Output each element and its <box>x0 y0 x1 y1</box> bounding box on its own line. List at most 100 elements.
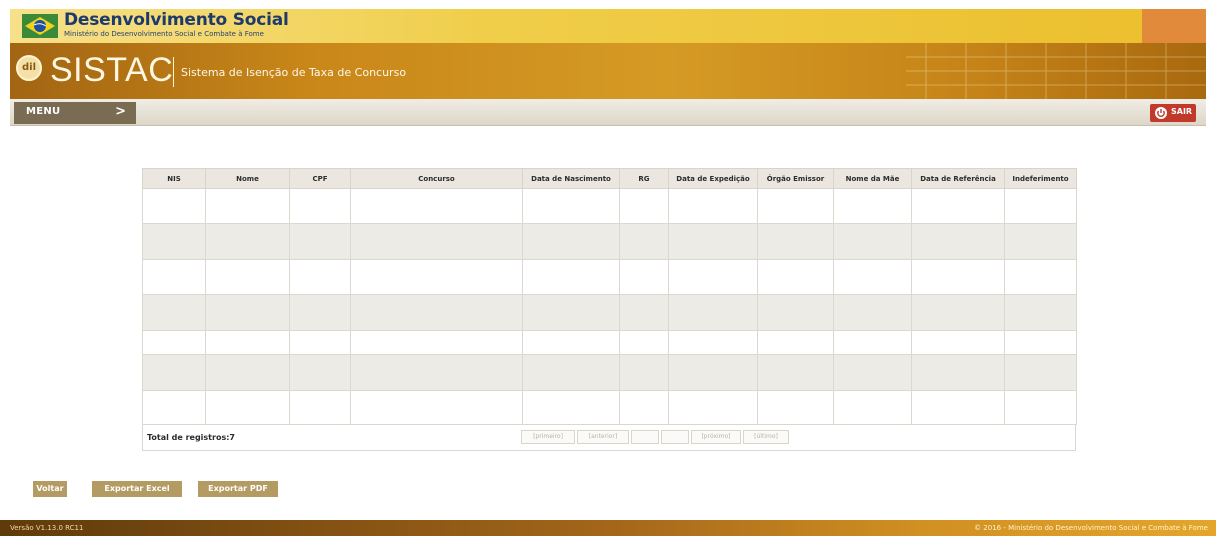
table-cell <box>522 294 620 331</box>
menu-button[interactable]: MENU > <box>14 102 136 124</box>
back-button[interactable]: Voltar <box>33 481 67 497</box>
table-cell <box>1004 390 1077 425</box>
table-cell <box>911 390 1005 425</box>
pager-page-slot[interactable] <box>631 430 659 444</box>
table-cell <box>1004 223 1077 260</box>
table-footer: Total de registros:7 [primeiro] [anterio… <box>142 425 1076 451</box>
copyright-text: © 2016 - Ministério do Desenvolvimento S… <box>974 524 1208 532</box>
table-cell <box>619 259 669 295</box>
table-cell <box>205 354 290 391</box>
table-row[interactable] <box>142 330 1077 355</box>
table-cell <box>1004 294 1077 331</box>
table-cell <box>757 259 834 295</box>
column-header-nome[interactable]: Nome <box>205 168 290 189</box>
banner-decoration <box>906 43 1206 99</box>
menu-bar: MENU > SAIR <box>10 99 1206 126</box>
table-cell <box>668 330 758 355</box>
header-accent <box>1142 9 1206 43</box>
table-row[interactable] <box>142 223 1077 260</box>
app-name: SISTAC <box>50 51 174 89</box>
page-footer: Versão V1.13.0 RC11 © 2016 - Ministério … <box>0 520 1216 536</box>
table-cell <box>757 294 834 331</box>
table-row[interactable] <box>142 188 1077 224</box>
column-header-indeferimento[interactable]: Indeferimento <box>1004 168 1077 189</box>
table-header-row: NIS Nome CPF Concurso Data de Nascimento… <box>142 168 1077 189</box>
table-cell <box>833 354 912 391</box>
table-cell <box>205 223 290 260</box>
total-records: Total de registros:7 <box>147 433 235 442</box>
table-cell <box>289 294 351 331</box>
table-cell <box>350 188 523 224</box>
table-cell <box>833 390 912 425</box>
sistac-logo-icon: dil <box>16 55 42 81</box>
table-cell <box>522 223 620 260</box>
column-header-data-expedicao[interactable]: Data de Expedição <box>668 168 758 189</box>
table-cell <box>911 354 1005 391</box>
power-icon <box>1155 107 1167 119</box>
logout-label: SAIR <box>1171 107 1193 116</box>
brazil-flag-icon <box>22 14 58 38</box>
chevron-right-icon: > <box>115 104 126 119</box>
table-cell <box>205 259 290 295</box>
pager-previous-button[interactable]: [anterior] <box>577 430 629 444</box>
table-cell <box>350 294 523 331</box>
table-cell <box>522 390 620 425</box>
table-cell <box>522 188 620 224</box>
table-cell <box>757 390 834 425</box>
banner-divider <box>173 57 174 87</box>
column-header-nome-mae[interactable]: Nome da Mãe <box>833 168 912 189</box>
menu-label: MENU <box>26 106 61 117</box>
table-cell <box>668 294 758 331</box>
export-excel-button[interactable]: Exportar Excel <box>92 481 182 497</box>
table-cell <box>350 330 523 355</box>
table-cell <box>205 188 290 224</box>
table-cell <box>142 390 206 425</box>
table-cell <box>522 354 620 391</box>
column-header-orgao-emissor[interactable]: Órgão Emissor <box>757 168 834 189</box>
ministry-header: Desenvolvimento Social Ministério do Des… <box>10 9 1206 43</box>
table-cell <box>619 188 669 224</box>
table-cell <box>1004 188 1077 224</box>
column-header-rg[interactable]: RG <box>619 168 669 189</box>
table-row[interactable] <box>142 390 1077 425</box>
table-cell <box>205 330 290 355</box>
table-cell <box>289 354 351 391</box>
app-tagline: Sistema de Isenção de Taxa de Concurso <box>181 66 407 79</box>
table-row[interactable] <box>142 294 1077 331</box>
ministry-title: Desenvolvimento Social <box>64 10 289 30</box>
table-cell <box>1004 354 1077 391</box>
table-cell <box>911 294 1005 331</box>
table-cell <box>668 259 758 295</box>
column-header-data-referencia[interactable]: Data de Referência <box>911 168 1005 189</box>
table-cell <box>205 390 290 425</box>
table-cell <box>911 330 1005 355</box>
table-row[interactable] <box>142 259 1077 295</box>
pager-last-button[interactable]: [último] <box>743 430 789 444</box>
column-header-nis[interactable]: NIS <box>142 168 206 189</box>
table-cell <box>142 259 206 295</box>
pager-next-button[interactable]: [próximo] <box>691 430 741 444</box>
pager-page-slot[interactable] <box>661 430 689 444</box>
column-header-cpf[interactable]: CPF <box>289 168 351 189</box>
data-table: NIS Nome CPF Concurso Data de Nascimento… <box>142 168 1077 425</box>
table-cell <box>522 330 620 355</box>
table-cell <box>142 354 206 391</box>
logout-button[interactable]: SAIR <box>1150 104 1196 122</box>
table-cell <box>833 223 912 260</box>
table-cell <box>142 330 206 355</box>
table-cell <box>1004 330 1077 355</box>
table-cell <box>833 188 912 224</box>
column-header-data-nascimento[interactable]: Data de Nascimento <box>522 168 620 189</box>
table-cell <box>668 390 758 425</box>
table-cell <box>205 294 290 331</box>
pager-first-button[interactable]: [primeiro] <box>521 430 575 444</box>
table-row[interactable] <box>142 354 1077 391</box>
page: Desenvolvimento Social Ministério do Des… <box>0 0 1216 536</box>
table-cell <box>668 188 758 224</box>
table-cell <box>289 330 351 355</box>
sistac-logo-text: dil <box>22 62 37 73</box>
table-cell <box>350 259 523 295</box>
export-pdf-button[interactable]: Exportar PDF <box>198 481 278 497</box>
table-cell <box>289 259 351 295</box>
column-header-concurso[interactable]: Concurso <box>350 168 523 189</box>
